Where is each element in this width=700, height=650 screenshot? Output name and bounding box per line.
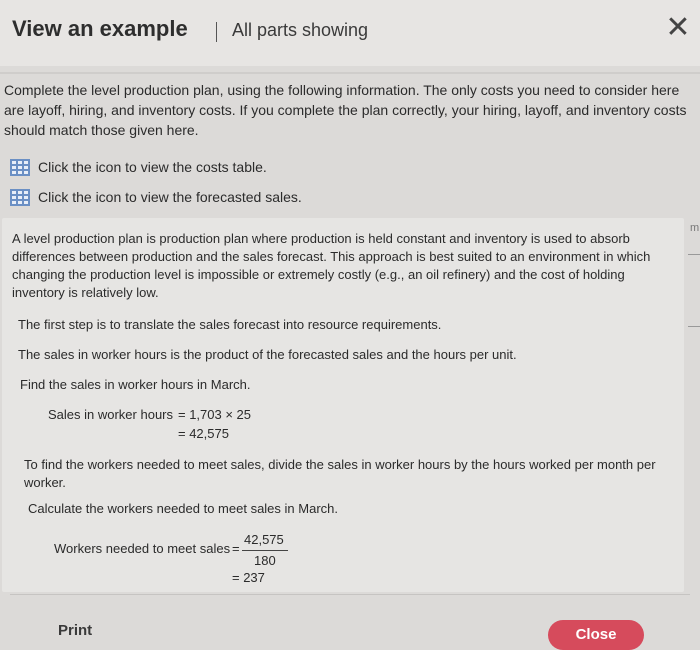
- dialog-header: View an example All parts showing ✕: [0, 0, 700, 66]
- sales-hours-label: Sales in worker hours: [48, 407, 173, 422]
- header-divider: [0, 72, 700, 74]
- footer-divider: [10, 594, 690, 595]
- print-button[interactable]: Print: [58, 622, 92, 639]
- fraction-denominator: 180: [254, 553, 276, 568]
- side-edge-line: [688, 254, 700, 255]
- table-grid-icon[interactable]: [10, 158, 30, 176]
- dialog-subtitle: All parts showing: [232, 20, 369, 40]
- workers-needed-equals: =: [232, 541, 240, 556]
- fraction-bar: [242, 550, 288, 551]
- fraction-numerator: 42,575: [244, 532, 284, 547]
- table-grid-icon[interactable]: [10, 188, 30, 206]
- side-edge-mark: m: [690, 222, 700, 234]
- forecasted-sales-link-label[interactable]: Click the icon to view the forecasted sa…: [38, 189, 302, 205]
- step-one-text: The first step is to translate the sales…: [18, 317, 442, 332]
- title-divider: [216, 22, 217, 42]
- calculate-workers-text: Calculate the workers needed to meet sal…: [28, 501, 338, 516]
- close-button[interactable]: Close: [548, 620, 644, 650]
- forecasted-sales-link[interactable]: Click the icon to view the forecasted sa…: [10, 186, 302, 208]
- find-sales-hours-text: Find the sales in worker hours in March.: [20, 377, 251, 392]
- sales-hours-result: = 42,575: [178, 426, 229, 441]
- sales-hours-text: The sales in worker hours is the product…: [18, 347, 517, 362]
- instructions-text: Complete the level production plan, usin…: [4, 82, 687, 138]
- side-edge-line: [688, 326, 700, 327]
- definition-paragraph: A level production plan is production pl…: [12, 231, 651, 300]
- sales-hours-expression: = 1,703 × 25: [178, 407, 252, 422]
- close-icon[interactable]: ✕: [662, 12, 694, 44]
- workers-needed-label: Workers needed to meet sales: [54, 541, 231, 556]
- costs-table-link-label[interactable]: Click the icon to view the costs table.: [38, 159, 267, 175]
- costs-table-link[interactable]: Click the icon to view the costs table.: [10, 156, 267, 178]
- workers-instruction-text: To find the workers needed to meet sales…: [24, 457, 656, 490]
- workers-needed-result: = 237: [232, 570, 265, 585]
- dialog-title: View an example: [12, 16, 188, 41]
